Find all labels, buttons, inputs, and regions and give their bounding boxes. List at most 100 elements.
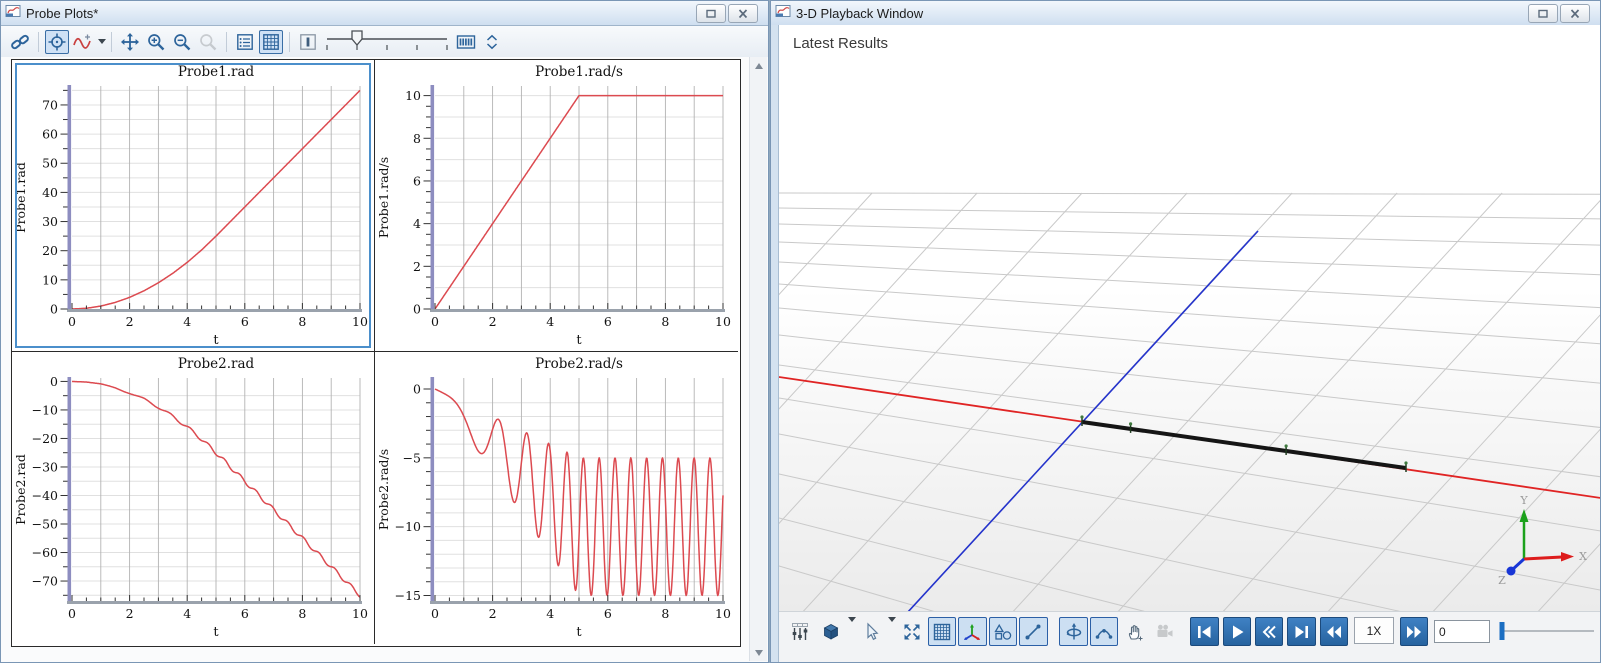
x-axis-label: t (213, 625, 219, 640)
window-title: Probe Plots* (26, 6, 98, 21)
y-axis-label: Probe2.rad (13, 454, 28, 525)
grid-line (779, 193, 872, 611)
expand-icon (902, 622, 922, 642)
scroll-up-button[interactable] (750, 57, 767, 74)
grid-line (802, 193, 1187, 611)
time-input[interactable] (1434, 620, 1490, 643)
plot-title: Probe2.rad (178, 356, 255, 372)
joint-dot (1285, 444, 1288, 447)
link-icon (10, 32, 30, 52)
fast-forward-button[interactable] (1400, 617, 1428, 646)
shapes-button[interactable] (989, 617, 1017, 646)
triad-y-label: Y (1519, 494, 1528, 507)
y-axis-label: Probe1.rad (13, 162, 28, 233)
slider-thumb[interactable] (352, 31, 362, 45)
restore-button[interactable] (1528, 4, 1558, 23)
close-button[interactable] (1560, 4, 1590, 23)
y-axis (431, 85, 435, 310)
grid-line (779, 365, 1600, 477)
arc-button[interactable] (1090, 617, 1118, 646)
hand-button[interactable] (1120, 617, 1148, 646)
skip-end-button[interactable] (1287, 617, 1315, 646)
plot-cell-probe1-rad-s[interactable]: 02468100246810Probe1.rad/stProbe1.rad/s (375, 60, 738, 352)
triad-x-axis (1524, 557, 1562, 559)
grid-line (779, 262, 1600, 308)
svg-text:2: 2 (126, 314, 134, 329)
orbit-button[interactable] (1059, 617, 1087, 646)
window-title: 3-D Playback Window (796, 6, 923, 21)
mixer-button[interactable] (786, 617, 814, 646)
probe-line-button[interactable] (296, 30, 320, 54)
plot-cell-probe2-rad[interactable]: 02468100−10−20−30−40−50−60−70Probe2.radt… (12, 352, 375, 644)
scroll-down-button[interactable] (750, 644, 767, 661)
step-back-icon (1259, 622, 1279, 642)
probe-plots-titlebar[interactable]: Probe Plots* (1, 1, 768, 26)
dropdown-caret-icon[interactable] (848, 617, 856, 622)
plot-size-slider[interactable] (321, 28, 453, 56)
svg-text:8: 8 (661, 314, 669, 329)
grid3d-icon (932, 622, 952, 642)
seek-slider[interactable] (1494, 617, 1600, 645)
skip-end-icon (1292, 622, 1312, 642)
curve-add-button[interactable] (71, 30, 95, 54)
speed-display[interactable]: 1X (1354, 617, 1393, 644)
fit-vertical-button[interactable] (480, 30, 504, 54)
joint-dot (1080, 415, 1083, 418)
svg-text:2: 2 (489, 314, 497, 329)
probe-line-icon (298, 32, 318, 52)
restore-button[interactable] (696, 4, 726, 23)
svg-text:6: 6 (413, 173, 421, 188)
hand-icon (1125, 622, 1145, 642)
plot-cell-probe2-rad-s[interactable]: 02468100−5−10−15Probe2.rad/stProbe2.rad/… (375, 352, 738, 644)
svg-text:8: 8 (298, 606, 306, 621)
toolbar-separator (226, 32, 227, 52)
svg-text:8: 8 (661, 606, 669, 621)
vertical-scrollbar[interactable] (749, 57, 767, 661)
playback-3d-window: 3-D Playback Window YXZ Latest Results 1… (770, 0, 1601, 663)
link-button[interactable] (8, 30, 32, 54)
cube-button[interactable] (816, 617, 844, 646)
expand-button[interactable] (897, 617, 925, 646)
svg-text:8: 8 (413, 131, 421, 146)
svg-text:60: 60 (42, 127, 58, 142)
playback-3d-viewport[interactable]: YXZ Latest Results (779, 25, 1600, 611)
x-axis (430, 309, 725, 312)
x-axis (67, 309, 362, 312)
joint-dot (1129, 422, 1132, 425)
playback-titlebar[interactable]: 3-D Playback Window (771, 1, 1600, 26)
rewind-button[interactable] (1320, 617, 1348, 646)
seek-thumb[interactable] (1500, 622, 1505, 640)
step-back-button[interactable] (1255, 617, 1283, 646)
dropdown-caret-icon[interactable] (98, 39, 106, 44)
plot-title: Probe1.rad (178, 64, 255, 80)
dropdown-caret-icon[interactable] (888, 617, 896, 622)
grid3d-button[interactable] (928, 617, 956, 646)
zoom-in-button[interactable] (144, 30, 168, 54)
svg-text:2: 2 (489, 606, 497, 621)
play-button[interactable] (1223, 617, 1251, 646)
arrow-up-icon (755, 63, 763, 69)
skip-start-button[interactable] (1190, 617, 1218, 646)
plot-cell-probe1-rad[interactable]: 0246810010203040506070Probe1.radtProbe1.… (12, 60, 375, 352)
svg-text:6: 6 (604, 314, 612, 329)
vector-button[interactable] (1019, 617, 1047, 646)
svg-text:2: 2 (126, 606, 134, 621)
zoom-fit-button[interactable] (196, 30, 220, 54)
x-axis-label: t (213, 333, 219, 348)
curve-add-icon (73, 32, 93, 52)
axes-triad-button[interactable] (958, 617, 986, 646)
legend-list-button[interactable] (233, 30, 257, 54)
probe-cursor-icon (47, 32, 67, 52)
camera-button[interactable] (1151, 617, 1179, 646)
svg-text:−40: −40 (32, 488, 58, 503)
grid-toggle-button[interactable] (259, 30, 283, 54)
camera-icon (1155, 622, 1175, 642)
x-axis (67, 601, 362, 604)
probe-cursor-button[interactable] (45, 30, 69, 54)
samples-button[interactable] (454, 30, 478, 54)
close-button[interactable] (728, 4, 758, 23)
cursor-button[interactable] (857, 617, 885, 646)
pan-button[interactable] (118, 30, 142, 54)
zoom-out-button[interactable] (170, 30, 194, 54)
svg-text:4: 4 (183, 606, 191, 621)
